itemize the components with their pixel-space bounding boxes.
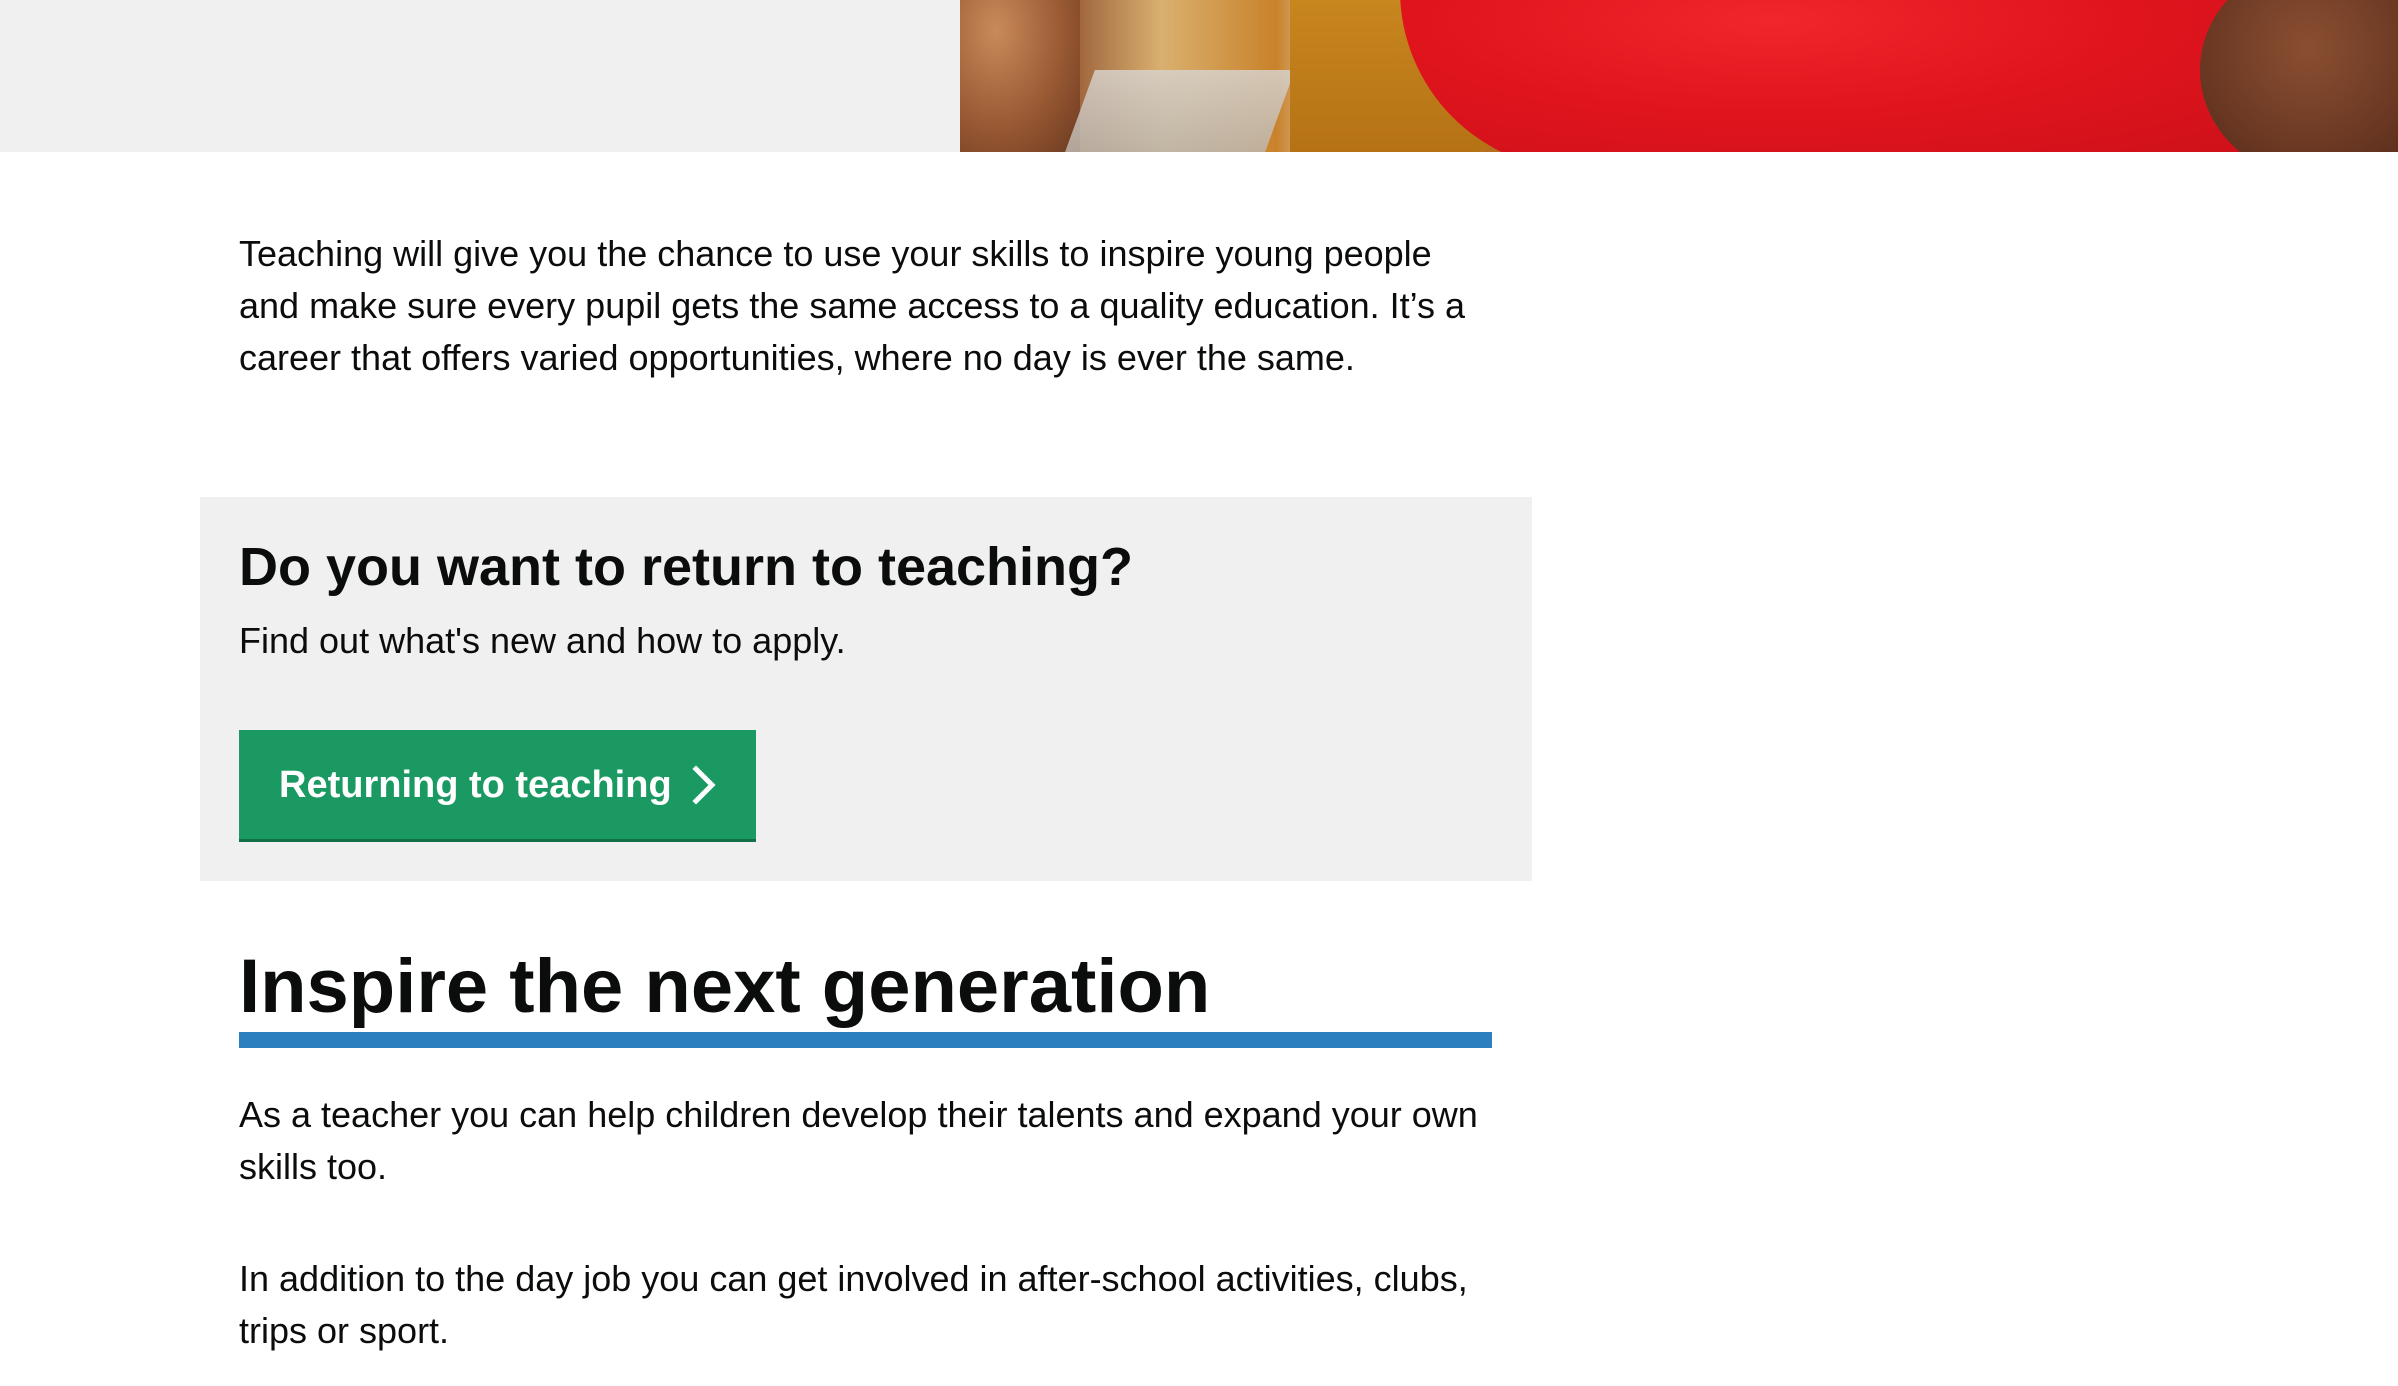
section-paragraph: As a teacher you can help children devel… — [239, 1094, 1478, 1187]
hero-image-floor — [1065, 70, 1295, 152]
returning-to-teaching-button[interactable]: Returning to teaching — [239, 730, 756, 842]
section-paragraph: In addition to the day job you can get i… — [239, 1258, 1468, 1351]
hero-banner — [0, 0, 2398, 152]
hero-image-jumper — [1400, 0, 2330, 152]
panel-text: Find out what's new and how to apply. — [239, 620, 846, 661]
button-label: Returning to teaching — [279, 763, 672, 806]
intro-paragraph: Teaching will give you the chance to use… — [239, 233, 1466, 378]
panel-title: Do you want to return to teaching? — [239, 537, 1133, 597]
return-to-teaching-panel: Do you want to return to teaching? Find … — [200, 497, 1532, 881]
heading-underline — [239, 1032, 1492, 1048]
chevron-right-icon — [692, 764, 716, 805]
hero-image-face — [2200, 0, 2398, 152]
hero-image-arm — [960, 0, 1080, 152]
section-heading: Inspire the next generation — [239, 944, 1211, 1029]
hero-image — [960, 0, 2398, 152]
main-content: Teaching will give you the chance to use… — [239, 228, 1489, 384]
